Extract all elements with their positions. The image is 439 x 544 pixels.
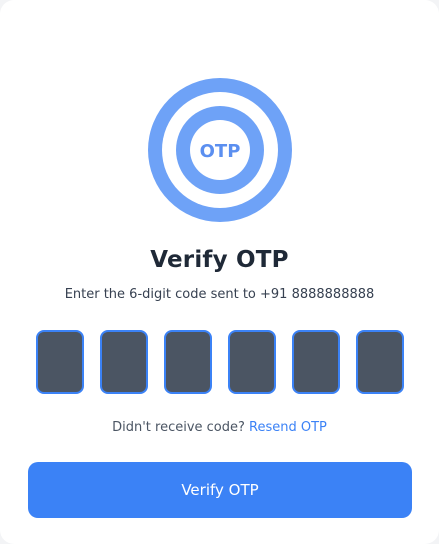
otp-digit-4[interactable]	[228, 330, 276, 394]
otp-digit-2[interactable]	[100, 330, 148, 394]
otp-digit-5[interactable]	[292, 330, 340, 394]
resend-prompt: Didn't receive code?	[112, 420, 245, 435]
otp-digit-3[interactable]	[164, 330, 212, 394]
otp-digit-1[interactable]	[36, 330, 84, 394]
otp-logo-icon: OTP	[148, 78, 292, 222]
otp-instructions: Enter the 6-digit code sent to +91 88888…	[64, 287, 375, 302]
otp-card: OTP Verify OTP Enter the 6-digit code se…	[0, 0, 439, 544]
resend-otp-link[interactable]: Resend OTP	[249, 420, 327, 435]
verify-otp-button[interactable]: Verify OTP	[28, 462, 412, 518]
page-title: Verify OTP	[150, 247, 289, 273]
otp-logo-text: OTP	[200, 141, 241, 162]
otp-input-group	[36, 330, 404, 394]
resend-row: Didn't receive code? Resend OTP	[0, 420, 439, 435]
otp-digit-6[interactable]	[356, 330, 404, 394]
